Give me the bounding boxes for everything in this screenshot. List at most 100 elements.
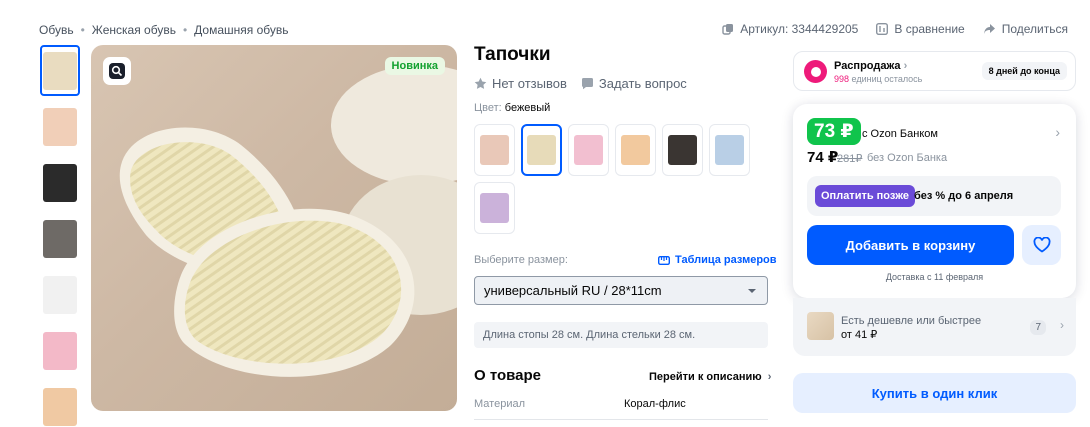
compare-label: В сравнение <box>894 22 965 36</box>
size-table-link[interactable]: Таблица размеров <box>658 254 777 266</box>
product-meta-bar: Артикул: 3344429205 В сравнение Поделить… <box>704 22 1068 36</box>
old-price: 281₽ <box>837 153 863 165</box>
attribute-key: Материал <box>474 398 525 410</box>
star-icon <box>474 77 487 89</box>
color-line: Цвет: бежевый <box>474 102 550 114</box>
swatch-image <box>480 135 509 165</box>
thumbnail-image <box>43 331 77 370</box>
swatch-image <box>668 135 697 165</box>
visual-search-button[interactable] <box>103 57 131 85</box>
thumbnail-image <box>43 387 77 426</box>
swatch-image <box>527 135 556 165</box>
visual-search-icon <box>109 63 125 79</box>
ask-question-label: Задать вопрос <box>598 76 687 91</box>
copy-icon <box>722 24 734 35</box>
gallery-thumbnail[interactable] <box>40 269 80 320</box>
color-label: Цвет: <box>474 102 502 114</box>
product-title: Тапочки <box>474 44 551 65</box>
favorite-button[interactable] <box>1022 225 1061 265</box>
no-reviews-label: Нет отзывов <box>492 76 567 91</box>
reviews-row: Нет отзывов Задать вопрос <box>474 76 701 91</box>
thumbnail-image <box>43 107 77 146</box>
share-label: Поделиться <box>1001 22 1068 36</box>
size-label: Выберите размер: <box>474 254 568 266</box>
sale-title: Распродажа › <box>834 60 908 72</box>
gallery-thumbnail[interactable] <box>40 213 80 264</box>
breadcrumb-item-home-shoes[interactable]: Домашняя обувь <box>194 23 288 37</box>
cheaper-title: Есть дешевле или быстрее <box>841 315 982 327</box>
article-copy[interactable]: Артикул: 3344429205 <box>722 22 858 36</box>
product-main-image[interactable]: Новинка <box>91 45 457 411</box>
cheaper-count: 7 <box>1030 320 1046 335</box>
delivery-date: Доставка с 11 февраля <box>885 272 984 282</box>
compare-button[interactable]: В сравнение <box>876 22 965 36</box>
buy-one-click-button[interactable]: Купить в один клик <box>793 373 1076 413</box>
size-selected-value: универсальный RU / 28*11cm <box>484 283 662 298</box>
sale-icon <box>804 60 827 83</box>
sale-banner[interactable]: Распродажа › 998 единиц осталось 8 дней … <box>793 51 1076 91</box>
swatch-image <box>715 135 744 165</box>
cheaper-price: от 41 ₽ <box>841 329 878 341</box>
without-bank-label: без Ozon Банка <box>867 152 948 164</box>
breadcrumb-separator: • <box>182 23 188 37</box>
breadcrumb: Обувь • Женская обувь • Домашняя обувь <box>39 23 289 37</box>
thumbnail-image <box>43 163 77 202</box>
color-value: бежевый <box>504 102 551 114</box>
gallery-thumbnails <box>40 45 80 427</box>
sale-remaining-text: единиц осталось <box>851 74 923 84</box>
price-card: 73 ₽ с Ozon Банком › 74 ₽ 281₽ без Ozon … <box>793 104 1076 298</box>
color-swatch[interactable] <box>709 124 750 176</box>
add-to-cart-button[interactable]: Добавить в корзину <box>807 225 1014 265</box>
chevron-right-icon: › <box>767 371 772 383</box>
share-icon <box>983 24 995 34</box>
color-swatch[interactable] <box>662 124 703 176</box>
sale-remaining: 998 единиц осталось <box>834 74 922 84</box>
heart-icon <box>1033 237 1050 253</box>
gallery-thumbnail[interactable] <box>40 325 80 376</box>
slippers-image <box>119 65 457 377</box>
chat-icon <box>581 78 593 90</box>
about-title: О товаре <box>474 367 542 384</box>
sale-remaining-count: 998 <box>834 74 850 84</box>
regular-price: 74 ₽ <box>807 149 839 166</box>
ruler-icon <box>658 255 670 265</box>
chevron-right-icon[interactable]: › <box>1055 124 1060 140</box>
breadcrumb-item-women-shoes[interactable]: Женская обувь <box>92 23 176 37</box>
reviews-link[interactable]: Нет отзывов <box>474 76 567 91</box>
to-description-link[interactable]: Перейти к описанию › <box>649 371 771 383</box>
thumbnail-image <box>43 275 77 314</box>
breadcrumb-item-shoes[interactable]: Обувь <box>39 23 74 37</box>
caret-down-icon <box>748 289 756 293</box>
gallery-thumbnail[interactable] <box>40 381 80 427</box>
gallery-thumbnail[interactable] <box>40 45 80 96</box>
attribute-value: Корал-флис <box>624 398 686 410</box>
color-swatch[interactable] <box>474 182 515 234</box>
color-swatch[interactable] <box>474 124 515 176</box>
new-badge: Новинка <box>384 57 445 75</box>
share-button[interactable]: Поделиться <box>983 22 1068 36</box>
compare-icon <box>876 23 889 35</box>
thumbnail-image <box>43 219 77 258</box>
with-bank-label: с Ozon Банком <box>862 128 938 140</box>
cheaper-offers[interactable]: Есть дешевле или быстрее от 41 ₽ 7 › <box>793 298 1076 356</box>
breadcrumb-separator: • <box>80 23 85 37</box>
length-note: Длина стопы 28 см. Длина стельки 28 см. <box>474 322 768 348</box>
chevron-right-icon: › <box>1060 318 1064 332</box>
ozon-bank-price[interactable]: 73 ₽ <box>807 118 861 145</box>
attribute-divider <box>474 419 768 420</box>
ask-question-link[interactable]: Задать вопрос <box>581 76 687 91</box>
pay-later-button[interactable]: Оплатить позже <box>815 185 915 207</box>
gallery-thumbnail[interactable] <box>40 157 80 208</box>
color-swatch[interactable] <box>568 124 609 176</box>
color-swatch[interactable] <box>521 124 562 176</box>
size-select[interactable]: универсальный RU / 28*11cm <box>474 276 768 305</box>
gallery-thumbnail[interactable] <box>40 101 80 152</box>
size-table-label: Таблица размеров <box>675 254 777 266</box>
swatch-image <box>480 193 509 223</box>
sale-days-left: 8 дней до конца <box>981 62 1067 80</box>
to-description-label: Перейти к описанию <box>649 371 762 383</box>
swatch-image <box>574 135 603 165</box>
color-swatches <box>474 124 764 240</box>
color-swatch[interactable] <box>615 124 656 176</box>
pay-later-box[interactable]: Оплатить позже без % до 6 апреля <box>807 176 1061 216</box>
